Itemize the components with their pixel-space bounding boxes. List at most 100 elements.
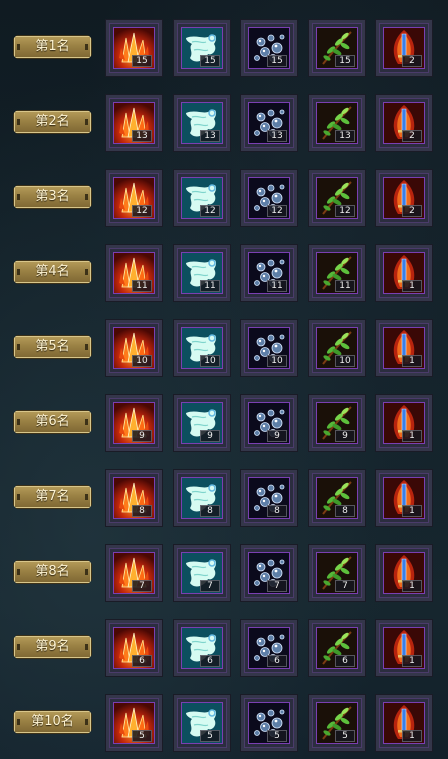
reward-item-slot[interactable]: 2	[376, 95, 432, 151]
reward-item-slot[interactable]: 9	[106, 395, 162, 451]
reward-item-frame: 6	[181, 627, 223, 669]
reward-item-slot[interactable]: 9	[309, 395, 365, 451]
item-count: 12	[335, 205, 355, 217]
item-count: 5	[335, 730, 355, 742]
reward-item-frame: 2	[383, 102, 425, 144]
reward-item-slot[interactable]: 12	[309, 170, 365, 226]
reward-item-slot[interactable]: 1	[376, 695, 432, 751]
reward-item-slot[interactable]: 13	[174, 95, 230, 151]
item-count: 11	[335, 280, 355, 292]
rank-row: 第3名 12 12 12 12 2	[0, 160, 448, 235]
reward-item-slot[interactable]: 15	[241, 20, 297, 76]
reward-item-slot[interactable]: 10	[309, 320, 365, 376]
item-count: 7	[200, 580, 220, 592]
reward-item-frame: 9	[181, 402, 223, 444]
rank-badge: 第1名	[13, 35, 92, 59]
item-count: 1	[402, 355, 422, 367]
reward-ranking-panel: 第1名 15 15 15 15 2 第2名 13 13 13 13 2 第3名 …	[0, 0, 448, 759]
reward-item-slot[interactable]: 10	[241, 320, 297, 376]
reward-item-frame: 10	[181, 327, 223, 369]
item-count: 6	[267, 655, 287, 667]
reward-item-slot[interactable]: 11	[174, 245, 230, 301]
reward-item-frame: 6	[316, 627, 358, 669]
reward-item-slot[interactable]: 8	[309, 470, 365, 526]
reward-item-slot[interactable]: 7	[174, 545, 230, 601]
reward-item-slot[interactable]: 1	[376, 245, 432, 301]
reward-item-slot[interactable]: 13	[106, 95, 162, 151]
reward-item-slot[interactable]: 5	[309, 695, 365, 751]
reward-item-slot[interactable]: 11	[241, 245, 297, 301]
reward-item-slot[interactable]: 9	[174, 395, 230, 451]
reward-item-slot[interactable]: 1	[376, 620, 432, 676]
item-count: 9	[132, 430, 152, 442]
reward-item-slot[interactable]: 5	[174, 695, 230, 751]
reward-item-slot[interactable]: 11	[106, 245, 162, 301]
item-count: 15	[200, 55, 220, 67]
reward-item-slot[interactable]: 1	[376, 545, 432, 601]
reward-item-slot[interactable]: 6	[174, 620, 230, 676]
reward-item-slot[interactable]: 6	[241, 620, 297, 676]
reward-item-frame: 2	[383, 27, 425, 69]
item-count: 7	[267, 580, 287, 592]
rank-row: 第2名 13 13 13 13 2	[0, 85, 448, 160]
reward-item-frame: 9	[113, 402, 155, 444]
reward-item-slot[interactable]: 13	[309, 95, 365, 151]
reward-item-slot[interactable]: 15	[174, 20, 230, 76]
reward-item-frame: 7	[181, 552, 223, 594]
reward-item-frame: 13	[181, 102, 223, 144]
reward-item-slot[interactable]: 5	[106, 695, 162, 751]
rank-row: 第8名 7 7 7 7 1	[0, 535, 448, 610]
reward-item-slot[interactable]: 12	[174, 170, 230, 226]
item-count: 10	[267, 355, 287, 367]
item-count: 5	[200, 730, 220, 742]
reward-item-slot[interactable]: 1	[376, 395, 432, 451]
reward-item-frame: 11	[113, 252, 155, 294]
reward-item-frame: 5	[181, 702, 223, 744]
reward-item-frame: 1	[383, 402, 425, 444]
reward-item-slot[interactable]: 1	[376, 470, 432, 526]
reward-item-slot[interactable]: 10	[106, 320, 162, 376]
item-count: 11	[200, 280, 220, 292]
reward-item-slot[interactable]: 5	[241, 695, 297, 751]
reward-item-slot[interactable]: 9	[241, 395, 297, 451]
item-count: 15	[267, 55, 287, 67]
rank-badge: 第10名	[13, 710, 92, 734]
reward-item-slot[interactable]: 11	[309, 245, 365, 301]
item-count: 1	[402, 730, 422, 742]
reward-item-frame: 1	[383, 627, 425, 669]
item-count: 1	[402, 655, 422, 667]
reward-item-slot[interactable]: 1	[376, 320, 432, 376]
reward-item-slot[interactable]: 12	[106, 170, 162, 226]
item-count: 11	[132, 280, 152, 292]
reward-item-slot[interactable]: 7	[106, 545, 162, 601]
reward-item-slot[interactable]: 12	[241, 170, 297, 226]
reward-item-slot[interactable]: 2	[376, 20, 432, 76]
reward-item-slot[interactable]: 7	[241, 545, 297, 601]
reward-item-frame: 10	[316, 327, 358, 369]
reward-item-frame: 1	[383, 252, 425, 294]
reward-item-slot[interactable]: 15	[309, 20, 365, 76]
item-count: 10	[200, 355, 220, 367]
reward-item-frame: 12	[181, 177, 223, 219]
reward-item-frame: 11	[181, 252, 223, 294]
item-count: 13	[132, 130, 152, 142]
reward-item-slot[interactable]: 6	[106, 620, 162, 676]
reward-item-slot[interactable]: 7	[309, 545, 365, 601]
reward-item-frame: 9	[248, 402, 290, 444]
reward-item-slot[interactable]: 15	[106, 20, 162, 76]
reward-item-frame: 1	[383, 477, 425, 519]
reward-item-slot[interactable]: 13	[241, 95, 297, 151]
rank-badge: 第3名	[13, 185, 92, 209]
reward-item-slot[interactable]: 10	[174, 320, 230, 376]
reward-item-frame: 11	[316, 252, 358, 294]
item-count: 9	[200, 430, 220, 442]
reward-item-frame: 1	[383, 702, 425, 744]
reward-item-frame: 5	[113, 702, 155, 744]
reward-item-slot[interactable]: 2	[376, 170, 432, 226]
reward-item-slot[interactable]: 8	[174, 470, 230, 526]
reward-item-frame: 15	[316, 27, 358, 69]
reward-item-slot[interactable]: 6	[309, 620, 365, 676]
reward-item-slot[interactable]: 8	[241, 470, 297, 526]
item-count: 2	[402, 55, 422, 67]
reward-item-slot[interactable]: 8	[106, 470, 162, 526]
